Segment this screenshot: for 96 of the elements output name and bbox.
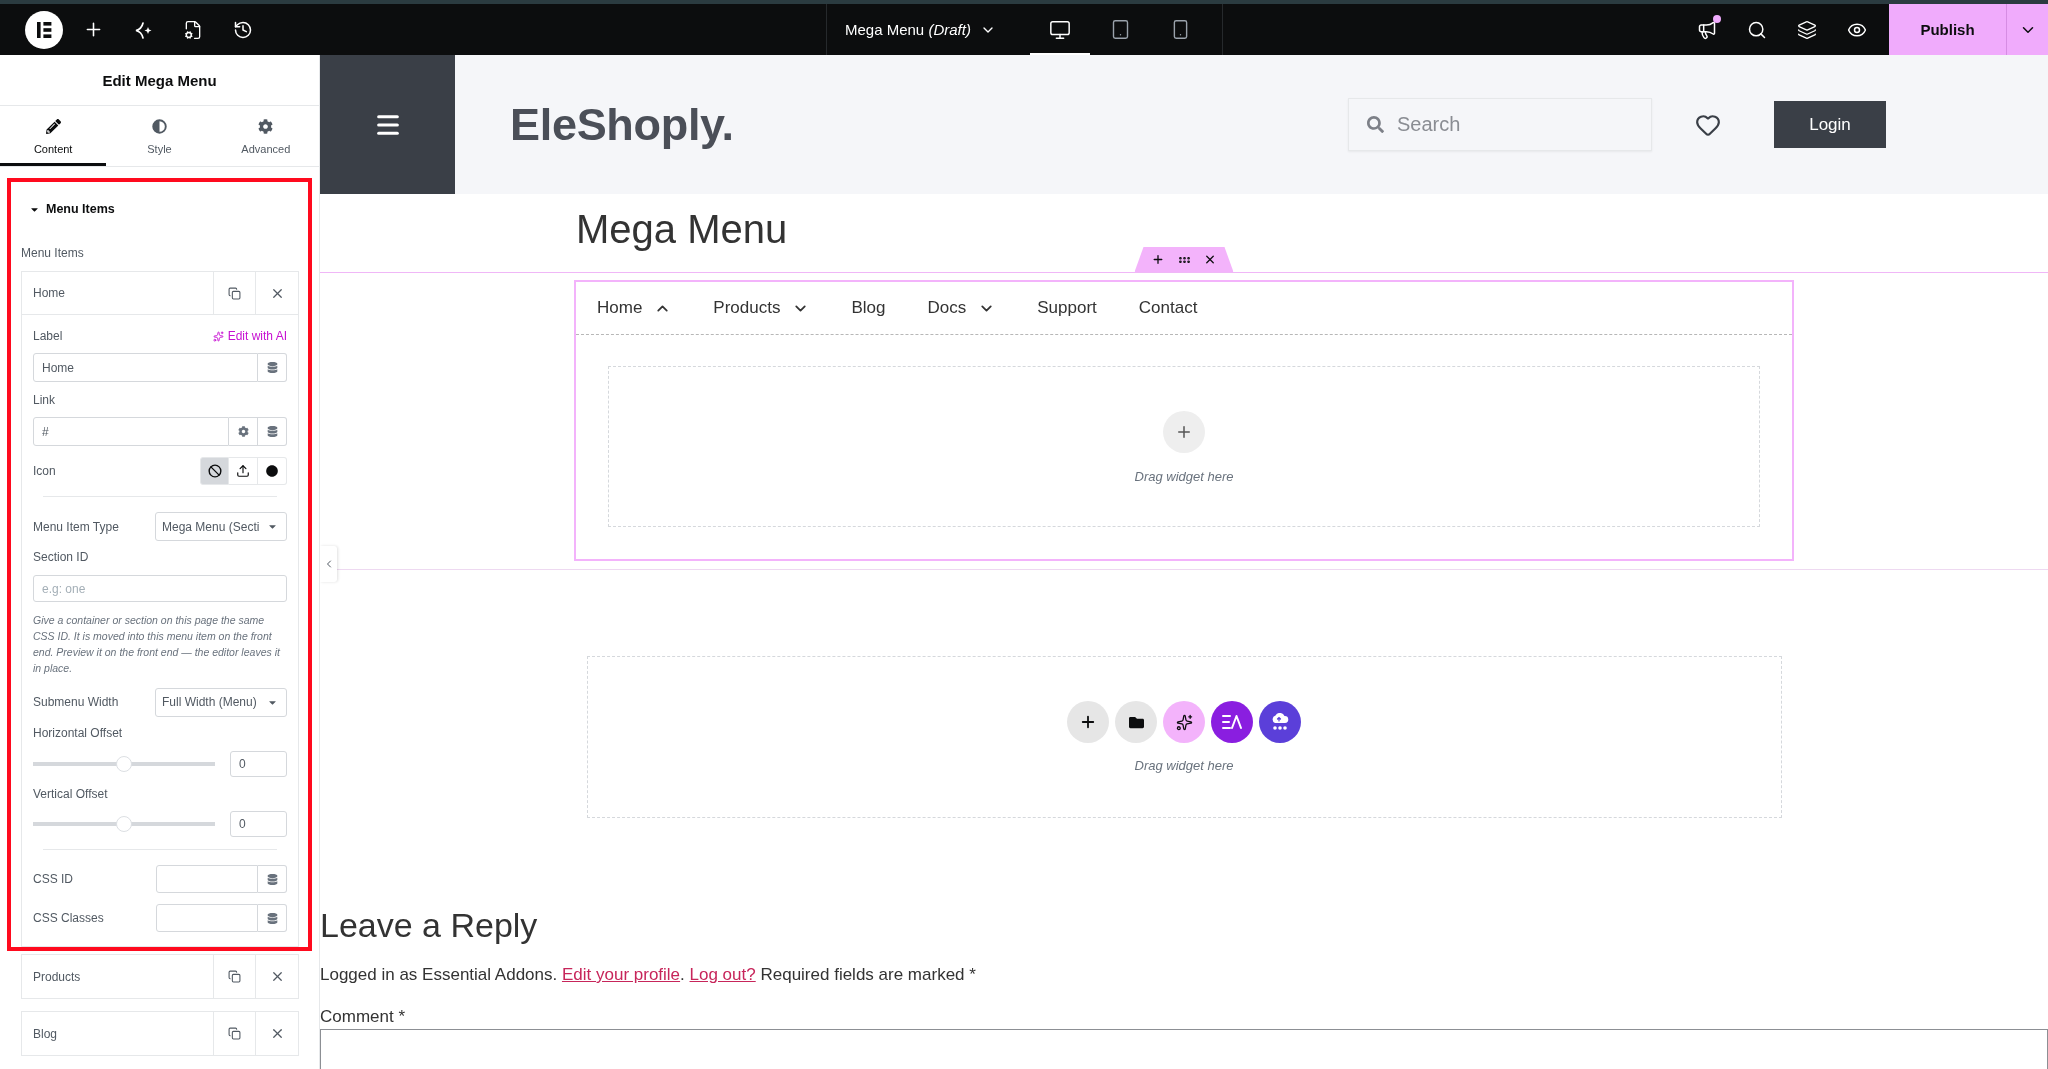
layers-icon[interactable] bbox=[1797, 19, 1817, 40]
reply-heading: Leave a Reply bbox=[320, 905, 538, 946]
ban-icon[interactable] bbox=[207, 464, 222, 478]
login-button[interactable]: Login bbox=[1774, 101, 1886, 148]
drop-hint: Drag widget here bbox=[1134, 469, 1234, 485]
nav-item[interactable]: Products bbox=[692, 282, 831, 334]
pencil-icon bbox=[45, 119, 61, 134]
help-text: Give a container or section on this page the same CSS ID. It is moved into this menu item on the front end. Preview it on the front end — the editor leaves it in place. bbox=[33, 613, 282, 676]
nav-item[interactable]: Home bbox=[576, 282, 693, 334]
cloud-templates-button[interactable] bbox=[1259, 701, 1301, 743]
field-label: CSS Classes bbox=[33, 910, 104, 927]
nav-item[interactable]: Contact bbox=[1117, 282, 1219, 334]
database-icon[interactable] bbox=[266, 362, 278, 373]
copy-icon[interactable] bbox=[228, 970, 241, 983]
field-label: CSS ID bbox=[33, 871, 73, 888]
nav-item[interactable]: Support bbox=[1016, 282, 1118, 334]
repeater-item-toggle[interactable]: Home bbox=[22, 272, 213, 314]
database-icon[interactable] bbox=[266, 912, 278, 924]
plus-icon[interactable] bbox=[1079, 713, 1097, 731]
sparkle-icon bbox=[212, 330, 224, 342]
panel-title: Edit Mega Menu bbox=[102, 71, 217, 89]
panel-tab[interactable]: Advanced bbox=[212, 106, 319, 166]
icon-library-option[interactable] bbox=[258, 457, 287, 485]
field-label: Link bbox=[33, 392, 55, 409]
template-library-button[interactable] bbox=[1115, 701, 1157, 743]
link-field[interactable]: # bbox=[33, 417, 229, 446]
text-link[interactable]: Log out? bbox=[689, 965, 756, 984]
css-id-field[interactable] bbox=[156, 865, 258, 893]
field-label: Section ID bbox=[33, 549, 89, 566]
nav-item[interactable]: Blog bbox=[830, 282, 907, 334]
field-label: Icon bbox=[33, 463, 56, 480]
css-classes-field[interactable] bbox=[156, 904, 258, 932]
panel-tab[interactable]: Content bbox=[0, 106, 107, 166]
field-label: Label bbox=[33, 328, 63, 345]
nav-item[interactable]: Docs bbox=[906, 282, 1017, 334]
number-field[interactable]: 0 bbox=[230, 751, 287, 777]
search-icon bbox=[1367, 116, 1384, 133]
panel-tab[interactable]: Style bbox=[106, 106, 213, 166]
page-title: Mega Menu bbox=[576, 206, 788, 253]
drop-hint: Drag widget here bbox=[1134, 758, 1234, 774]
history-icon[interactable] bbox=[233, 19, 253, 40]
contrast-icon bbox=[152, 119, 167, 134]
dynamic-tags-button[interactable] bbox=[258, 904, 287, 932]
section-toggle[interactable]: Menu Items bbox=[21, 182, 115, 236]
link-options-button[interactable] bbox=[229, 417, 258, 446]
menu-item-type-select[interactable]: Mega Menu (Secti bbox=[155, 512, 287, 541]
search-icon[interactable] bbox=[1747, 19, 1767, 40]
database-icon[interactable] bbox=[266, 426, 278, 437]
number-field[interactable]: 0 bbox=[230, 811, 287, 837]
megaphone-icon[interactable] bbox=[1697, 19, 1717, 40]
database-icon[interactable] bbox=[266, 873, 278, 885]
label-field[interactable]: Home bbox=[33, 353, 258, 382]
repeater-label: Menu Items bbox=[21, 245, 84, 262]
sparkle-icon[interactable] bbox=[1175, 713, 1193, 731]
logo-icon[interactable] bbox=[25, 10, 63, 49]
upload-icon-option[interactable] bbox=[229, 457, 258, 485]
slider-thumb[interactable] bbox=[116, 756, 132, 772]
section-id-field[interactable]: e.g: one bbox=[33, 575, 287, 602]
no-icon-option[interactable] bbox=[200, 457, 229, 485]
dynamic-tags-button[interactable] bbox=[258, 353, 287, 382]
login-notice: Logged in as Essential Addons. Edit your profile. Log out? Required fields are marked * bbox=[320, 965, 976, 985]
field-label: Menu Item Type bbox=[33, 518, 119, 536]
folder-icon[interactable] bbox=[1128, 714, 1144, 730]
field-label: Submenu Width bbox=[33, 694, 119, 711]
addon-button[interactable] bbox=[1211, 701, 1253, 743]
search-field[interactable]: Search bbox=[1348, 98, 1652, 151]
ai-button[interactable] bbox=[1163, 701, 1205, 743]
sparkle-icon[interactable] bbox=[133, 19, 153, 40]
search-input[interactable]: Search bbox=[1397, 113, 1597, 136]
text-link[interactable]: Edit your profile bbox=[561, 965, 681, 984]
upload-icon[interactable] bbox=[236, 464, 250, 478]
desktop-icon[interactable] bbox=[1049, 18, 1071, 41]
file-gear-icon[interactable] bbox=[183, 19, 203, 40]
menu-toggle-button[interactable] bbox=[320, 55, 455, 194]
document-menu-button[interactable]: Mega Menu (Draft) bbox=[827, 4, 1030, 55]
add-widget-button[interactable] bbox=[1067, 701, 1109, 743]
repeater-item-toggle[interactable]: Blog bbox=[22, 1012, 213, 1055]
cloud-icon[interactable] bbox=[1270, 713, 1290, 731]
submenu-width-select[interactable]: Full Width (Menu) bbox=[155, 687, 287, 717]
copy-icon[interactable] bbox=[228, 1027, 241, 1040]
dynamic-tags-button[interactable] bbox=[258, 865, 287, 893]
drop-zone[interactable]: Drag widget here bbox=[586, 656, 1782, 818]
comment-field[interactable] bbox=[320, 1029, 2048, 1069]
repeater-item-toggle[interactable]: Products bbox=[22, 955, 213, 998]
gear-icon[interactable] bbox=[237, 426, 249, 437]
edit-with-ai-link[interactable]: Edit with AI bbox=[212, 329, 287, 343]
dynamic-tags-button[interactable] bbox=[258, 417, 287, 446]
lettermark-icon[interactable] bbox=[1222, 714, 1242, 730]
field-label: Horizontal Offset bbox=[33, 725, 123, 742]
slider-thumb[interactable] bbox=[116, 816, 132, 832]
site-logo[interactable]: EleShoply. bbox=[510, 98, 734, 151]
gear-icon bbox=[258, 119, 274, 134]
copy-icon[interactable] bbox=[228, 286, 241, 300]
publish-button[interactable]: Publish bbox=[1889, 4, 2006, 55]
comment-label: Comment * bbox=[320, 1007, 406, 1027]
field-label: Vertical Offset bbox=[33, 786, 108, 803]
